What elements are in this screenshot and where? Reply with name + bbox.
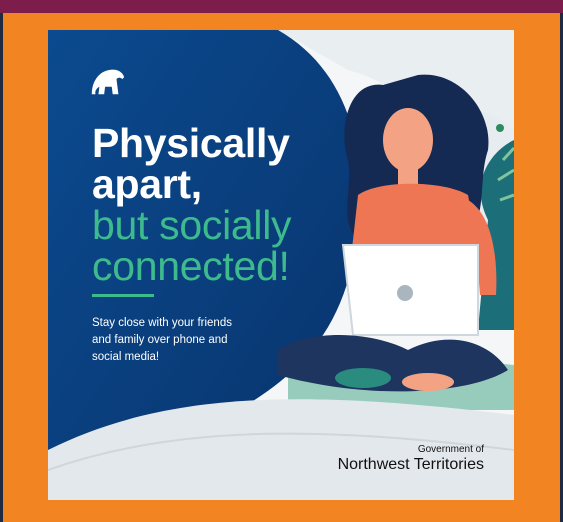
body-line-1: Stay close with your friends	[92, 317, 232, 329]
headline-line-3: but socially	[92, 202, 292, 248]
body-line-2: and family over phone and	[92, 334, 228, 346]
headline-line-4: connected!	[92, 243, 290, 289]
body-copy: Stay close with your friends and family …	[92, 315, 292, 366]
government-signature: Government of Northwest Territories	[338, 444, 484, 474]
frame-edge-left	[0, 13, 3, 522]
top-bar	[0, 0, 563, 13]
gov-line-2: Northwest Territories	[337, 456, 484, 473]
body-line-3: social media!	[92, 351, 160, 363]
gov-line-1: Government of	[417, 444, 484, 455]
divider-rule	[92, 294, 154, 297]
headline: Physically apart, but socially connected…	[92, 123, 332, 287]
headline-line-1: Physically	[92, 120, 290, 166]
headline-line-2: apart,	[92, 161, 202, 207]
poster-image: Physically apart, but socially connected…	[48, 30, 514, 500]
polar-bear-icon	[91, 69, 125, 95]
